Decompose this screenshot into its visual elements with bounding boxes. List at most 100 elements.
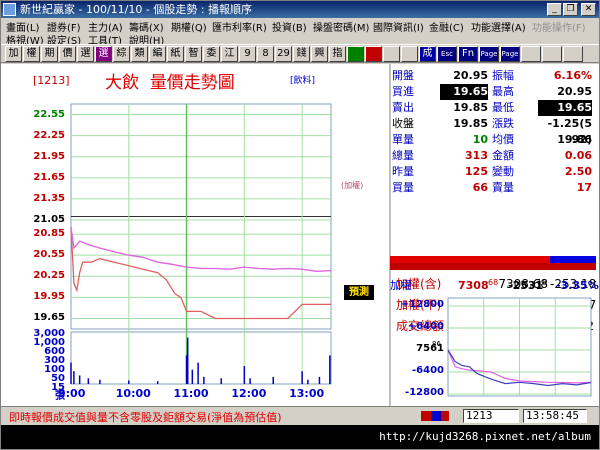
toolbar-button[interactable]: 江 <box>221 46 238 62</box>
app-window: 新世紀贏家 - 100/11/10 - 個股走勢 : 播報順序 _ ❐ ✕ 畫面… <box>0 0 600 450</box>
toolbar-button[interactable]: 價 <box>59 46 76 62</box>
toolbar-button[interactable]: 綜 <box>113 46 130 62</box>
forecast-button[interactable]: 預測 <box>344 285 374 300</box>
quote-value: 20.95 <box>557 85 592 98</box>
quote-row: 總量 313 金額 0.06 <box>388 148 597 164</box>
toolbar: 加權期價選選綜類編紙智委江 9 8 29 錢興指成 Esc Fn Page Page <box>1 44 599 63</box>
close-button[interactable]: ✕ <box>581 3 596 16</box>
toolbar-button[interactable]: 編 <box>149 46 166 62</box>
toolbar-button[interactable]: Fn <box>458 46 478 62</box>
mini-value: 7308 <box>458 279 489 292</box>
toolbar-button[interactable] <box>542 46 562 62</box>
clock: 13:58:45 <box>523 409 587 423</box>
toolbar-button[interactable] <box>521 46 541 62</box>
quote-label: 開盤 <box>392 69 414 82</box>
toolbar-button[interactable]: 選 <box>95 46 112 62</box>
reference-note: (加權) <box>341 181 364 190</box>
bid-ask-ratio-bar <box>390 256 596 270</box>
mini-axis-label: +12800 <box>400 299 444 310</box>
quote-label: 最低 <box>492 101 514 114</box>
toolbar-button[interactable]: 類 <box>131 46 148 62</box>
toolbar-button[interactable]: 委 <box>203 46 220 62</box>
toolbar-button[interactable] <box>401 46 418 62</box>
app-icon <box>3 3 16 16</box>
toolbar-button[interactable] <box>365 46 382 62</box>
toolbar-button[interactable]: Esc <box>437 46 457 62</box>
time-axis-label: 9:00 <box>58 387 86 400</box>
quote-label: 買進 <box>392 85 414 98</box>
toolbar-button[interactable]: 紙 <box>167 46 184 62</box>
minimize-button[interactable]: _ <box>547 3 562 16</box>
quote-label: 賣出 <box>392 101 414 114</box>
footer-url: http://kujd3268.pixnet.net/album <box>1 425 599 449</box>
quote-label: 變動 <box>492 165 514 178</box>
mini-percent: -3.35% <box>556 279 599 292</box>
quote-row: 昨量 125 變動 2.50 <box>388 164 597 180</box>
main-content: [1213] 大飲 量價走勢圖 [飲料] 22.55 22.25 21.95 21.6… <box>1 64 599 406</box>
toolbar-button[interactable]: Page <box>500 46 520 62</box>
toolbar-button[interactable]: 29 <box>275 46 292 62</box>
status-note: 即時報價成交值與量不含零股及鉅額交易(淨值為預估值) <box>9 411 282 424</box>
volume-plot-frame <box>70 331 332 385</box>
quote-label: 買量 <box>392 181 414 194</box>
chart-area: [1213] 大飲 量價走勢圖 [飲料] 22.55 22.25 21.95 21.6… <box>1 64 386 406</box>
quote-value: 19.85 <box>453 101 488 114</box>
toolbar-button[interactable]: 選 <box>77 46 94 62</box>
status-blue-indicator <box>431 411 441 421</box>
mini-label: 加權 <box>390 279 412 292</box>
quote-row: 買進 19.65 最高 20.95 <box>388 84 597 100</box>
window-title: 新世紀贏家 - 100/11/10 - 個股走勢 : 播報順序 <box>20 3 253 16</box>
toolbar-button[interactable]: 權 <box>23 46 40 62</box>
quote-label: 賣量 <box>492 181 514 194</box>
mini-chart-header: 加權 7308 68 -2531 18 -3.35% <box>390 278 599 293</box>
toolbar-button[interactable]: 指 <box>329 46 346 62</box>
quote-value: 19.86 <box>557 133 592 146</box>
toolbar-button[interactable]: 興 <box>311 46 328 62</box>
quote-value: 20.95 <box>453 69 488 82</box>
menu-item[interactable]: 功能選擇(A) <box>471 19 526 34</box>
toolbar-button[interactable]: 錢 <box>293 46 310 62</box>
mini-value-fraction: 68 <box>488 278 499 287</box>
toolbar-button[interactable]: 智 <box>185 46 202 62</box>
quote-value: 66 <box>472 181 488 194</box>
toolbar-button[interactable]: Page <box>479 46 499 62</box>
title-bar[interactable]: 新世紀贏家 - 100/11/10 - 個股走勢 : 播報順序 _ ❐ ✕ <box>1 1 599 18</box>
quote-label: 金額 <box>492 149 514 162</box>
quote-label: 昨量 <box>392 165 414 178</box>
menu-item[interactable]: 投資(B) <box>272 19 307 34</box>
toolbar-button[interactable]: 期 <box>41 46 58 62</box>
quote-value: 6.16% <box>553 69 592 82</box>
symbol-input[interactable]: 1213 <box>463 409 519 423</box>
quote-value: 0.06 <box>564 149 592 162</box>
toolbar-button[interactable]: 9 <box>239 46 256 62</box>
quote-value: 10 <box>472 133 488 146</box>
restore-button[interactable]: ❐ <box>563 3 578 16</box>
mini-change-fraction: 18 <box>537 278 548 287</box>
menu-item[interactable]: 操盤密碼(M) <box>313 19 369 34</box>
menu-item[interactable]: 匯市利率(R) <box>212 19 267 34</box>
menu-item[interactable]: 期權(Q) <box>171 19 207 34</box>
toolbar-button[interactable] <box>347 46 364 62</box>
toolbar-button[interactable]: 加 <box>5 46 22 62</box>
toolbar-button[interactable] <box>563 46 583 62</box>
status-red-indicator-2 <box>441 411 449 421</box>
menu-bar: 畫面(L) 證券(F) 主力(A) 籌碼(X) 期權(Q) 匯市利率(R) 投資(B) 操盤密… <box>1 18 599 47</box>
time-axis-label: 10:00 <box>115 387 151 400</box>
quote-row: 收盤 19.85 漲跌 -1.25(5 92) <box>388 116 597 146</box>
mini-axis-fraction: 86 <box>432 340 441 348</box>
time-axis-label: 12:00 <box>231 387 267 400</box>
quote-label: 總量 <box>392 149 414 162</box>
quote-label: 均價 <box>492 133 514 146</box>
quote-row: 賣出 19.85 最低 19.65 <box>388 100 597 116</box>
toolbar-button[interactable] <box>383 46 400 62</box>
toolbar-button[interactable]: 8 <box>257 46 274 62</box>
quote-value: 2.50 <box>564 165 592 178</box>
price-volume-chart <box>70 103 332 385</box>
quote-row: 開盤 20.95 振幅 6.16% <box>388 68 597 84</box>
menu-item[interactable]: 金融(C) <box>429 19 464 34</box>
menu-item[interactable]: 國際資訊(I) <box>373 19 424 34</box>
quote-label: 振幅 <box>492 69 514 82</box>
mini-axis-label: +6400 <box>407 321 444 332</box>
quote-label: 漲跌 <box>492 117 514 130</box>
toolbar-button[interactable]: 成 <box>419 46 436 62</box>
